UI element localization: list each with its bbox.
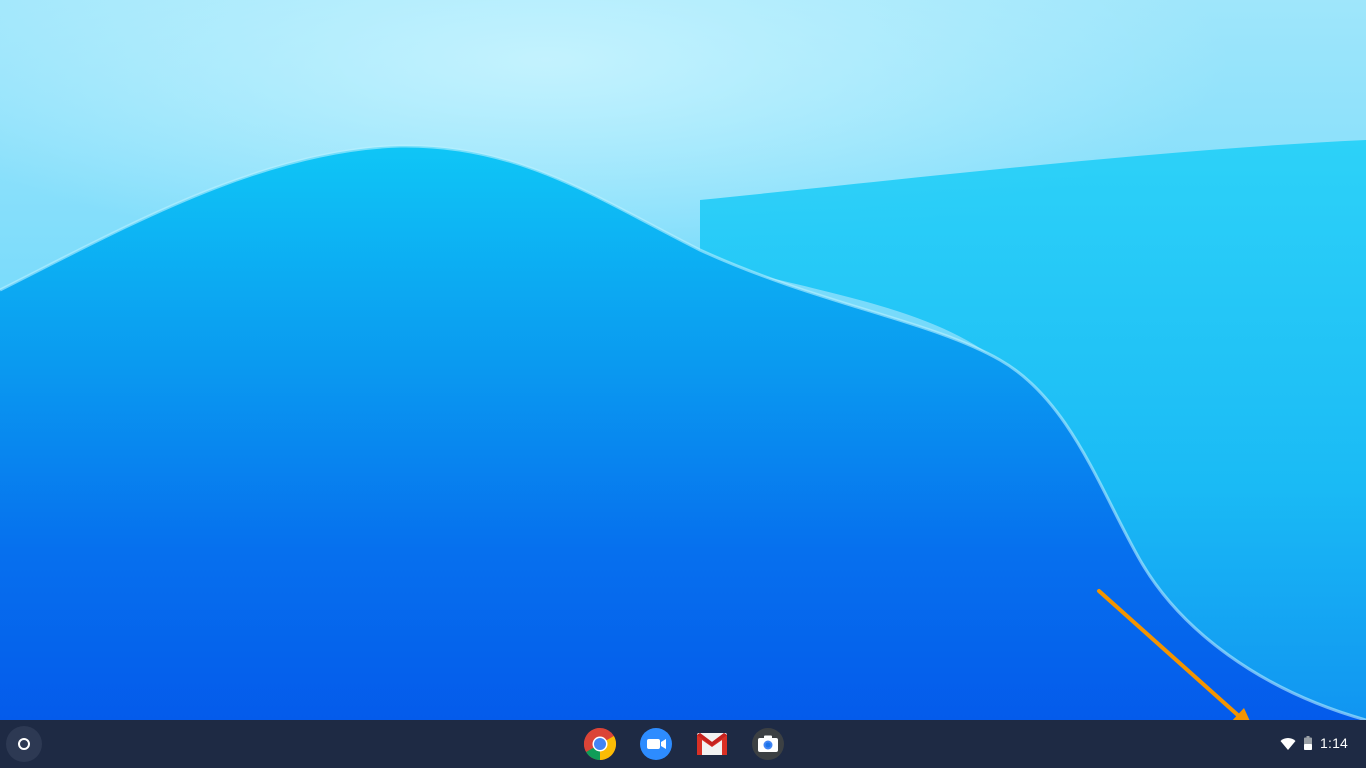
clock-time: 1:14: [1320, 735, 1349, 751]
status-tray[interactable]: 1:14: [1268, 724, 1358, 764]
zoom-app-button[interactable]: [638, 726, 674, 762]
wifi-icon: [1280, 738, 1296, 750]
wallpaper: [0, 0, 1366, 768]
chrome-app-button[interactable]: [582, 726, 618, 762]
camera-app-button[interactable]: [750, 726, 786, 762]
gmail-app-button[interactable]: [694, 726, 730, 762]
zoom-icon: [640, 728, 672, 760]
desktop: 1:14: [0, 0, 1366, 768]
launcher-circle-icon: [18, 738, 30, 750]
camera-icon: [752, 728, 784, 760]
battery-icon: [1304, 736, 1312, 750]
chrome-icon: [583, 727, 617, 761]
shelf: 1:14: [0, 720, 1366, 768]
launcher-button[interactable]: [6, 726, 42, 762]
gmail-icon: [697, 733, 727, 755]
